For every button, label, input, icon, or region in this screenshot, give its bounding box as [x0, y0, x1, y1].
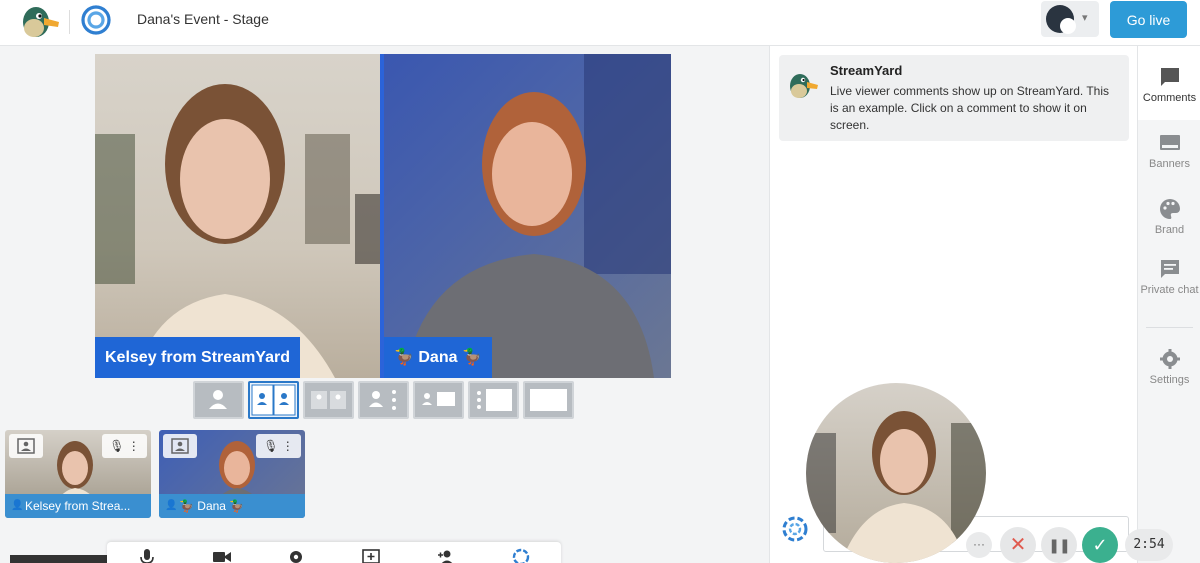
sidebar-item-label: Comments	[1142, 92, 1197, 104]
account-menu-button[interactable]: ▾	[1041, 1, 1099, 37]
pause-icon[interactable]: ❚❚	[1041, 527, 1077, 563]
event-title: Dana's Event - Stage	[137, 11, 269, 27]
streamyard-swirl-icon	[782, 516, 808, 542]
sidebar-item-banners[interactable]: Banners	[1138, 130, 1200, 190]
close-icon[interactable]: ✕	[1000, 527, 1036, 563]
add-to-stage-icon	[171, 438, 189, 454]
share-layout-icon	[422, 392, 455, 406]
layout-group-button[interactable]	[303, 381, 354, 419]
comments-icon	[1160, 68, 1179, 86]
person-icon: 👤	[11, 500, 24, 511]
participant-name-tag: Kelsey from StreamYard	[95, 337, 300, 378]
sidebar-item-private-chat[interactable]: Private chat	[1138, 256, 1200, 322]
person-silhouette	[95, 84, 380, 378]
check-icon[interactable]: ✓	[1082, 527, 1118, 563]
sidebar-item-brand[interactable]: Brand	[1138, 196, 1200, 256]
backstage-name-label: 👤 🦆 Dana 🦆	[159, 494, 305, 518]
participant-video-dana[interactable]	[384, 54, 671, 378]
layout-sidebar-button[interactable]	[468, 381, 519, 419]
mic-and-options-button[interactable]: 🎙 ⋮	[256, 434, 301, 458]
palette-icon	[1159, 199, 1180, 219]
microphone-icon: 🎙	[263, 439, 279, 453]
sidebar-item-label: Brand	[1154, 224, 1185, 236]
account-badge-icon	[1060, 18, 1076, 34]
person-silhouette	[806, 411, 986, 563]
streamyard-duck-logo[interactable]	[18, 2, 60, 40]
sidebar-item-settings[interactable]: Settings	[1138, 346, 1200, 394]
go-live-button[interactable]: Go live	[1110, 1, 1187, 38]
streamyard-swirl-icon[interactable]	[511, 548, 531, 563]
add-to-stage-icon	[17, 438, 35, 454]
comment-timer: 2:54	[1125, 529, 1173, 561]
layout-fullscreen-button[interactable]	[523, 381, 574, 419]
chevron-down-icon: ▾	[1082, 12, 1088, 24]
screen-share-icon[interactable]	[361, 548, 381, 563]
layout-screen-share-button[interactable]	[413, 381, 464, 419]
layout-thumbnail-button[interactable]	[358, 381, 409, 419]
comment-author: StreamYard	[830, 63, 903, 78]
more-options-icon: ⋮	[281, 439, 294, 453]
self-camera-preview[interactable]	[806, 383, 986, 563]
logo-divider	[69, 10, 70, 34]
group-icon	[311, 391, 346, 409]
sidebar-item-label: Private chat	[1140, 284, 1199, 296]
sidebar-item-comments[interactable]: Comments	[1138, 46, 1200, 120]
top-bar: Dana's Event - Stage ▾ Go live	[0, 0, 1200, 46]
backstage-participant-kelsey[interactable]: 🎙 ⋮ 👤 Kelsey from Strea...	[5, 430, 151, 518]
add-to-stage-button[interactable]	[163, 434, 197, 458]
microphone-icon: 🎙	[109, 439, 125, 453]
fullscreen-layout-icon	[530, 389, 567, 411]
sidebar-item-label: Settings	[1149, 374, 1190, 386]
banners-icon	[1159, 135, 1180, 150]
comment-text: Live viewer comments show up on StreamYa…	[830, 84, 1110, 132]
mic-and-options-button[interactable]: 🎙 ⋮	[102, 434, 147, 458]
add-to-stage-button[interactable]	[9, 434, 43, 458]
streamyard-duck-avatar-icon	[790, 74, 818, 98]
thumbnail-layout-icon	[369, 390, 396, 410]
camera-icon[interactable]	[212, 548, 232, 563]
microphone-icon[interactable]	[137, 548, 157, 563]
invite-guest-icon[interactable]	[436, 548, 456, 563]
more-options-icon: ⋮	[127, 439, 140, 453]
person-icon	[209, 390, 227, 409]
person-icon: 👤	[165, 500, 178, 511]
streamyard-swirl-logo[interactable]	[79, 3, 113, 37]
sidebar-layout-icon	[477, 389, 512, 411]
backstage-name: 🦆 Dana 🦆	[179, 499, 245, 513]
two-people-icon	[251, 384, 296, 416]
sidebar-item-label: Banners	[1149, 158, 1190, 170]
more-options-button[interactable]: ···	[966, 532, 992, 558]
backstage-name-label: 👤 Kelsey from Strea...	[5, 494, 151, 518]
right-sidebar: Comments Banners Brand Private chat Sett…	[1137, 46, 1200, 563]
layout-side-by-side-button[interactable]	[248, 381, 299, 419]
comment-item[interactable]: StreamYard Live viewer comments show up …	[779, 55, 1129, 141]
private-chat-icon	[1160, 260, 1179, 278]
participant-video-kelsey[interactable]	[95, 54, 380, 378]
gear-icon[interactable]	[286, 548, 306, 563]
layout-solo-button[interactable]	[193, 381, 244, 419]
bottom-toolbar	[107, 542, 561, 563]
stage-preview: Kelsey from StreamYard 🦆 Dana 🦆	[95, 54, 671, 378]
participant-name-tag: 🦆 Dana 🦆	[384, 337, 492, 378]
person-silhouette	[404, 54, 671, 378]
bottom-left-tab[interactable]	[10, 555, 108, 563]
backstage-participant-dana[interactable]: 🎙 ⋮ 👤 🦆 Dana 🦆	[159, 430, 305, 518]
sidebar-divider	[1146, 327, 1193, 328]
gear-icon	[1159, 349, 1180, 369]
backstage-name: Kelsey from Strea...	[25, 499, 131, 513]
